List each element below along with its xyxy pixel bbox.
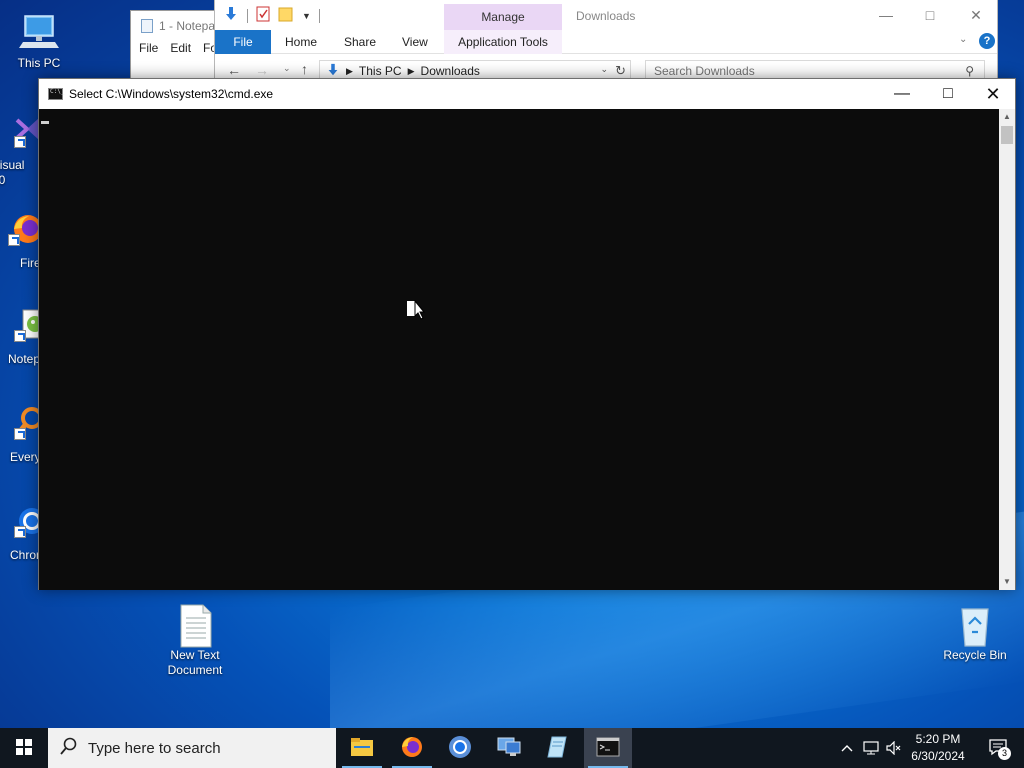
- chrome-icon: [448, 735, 472, 762]
- explorer-search-placeholder: Search Downloads: [654, 64, 755, 78]
- taskbar-app-remote-desktop[interactable]: [485, 728, 533, 768]
- quick-access-toolbar: ▼: [223, 6, 320, 25]
- shortcut-arrow-icon: [14, 526, 26, 538]
- clock-date: 6/30/2024: [911, 749, 965, 763]
- maximize-button[interactable]: □: [907, 0, 953, 30]
- cmd-icon: [596, 737, 620, 760]
- tab-application-tools[interactable]: Application Tools: [444, 30, 562, 54]
- recent-locations-icon[interactable]: ⌄: [283, 63, 291, 74]
- text-cursor: [41, 121, 49, 124]
- maximize-button[interactable]: □: [925, 79, 971, 109]
- shortcut-arrow-icon: [14, 330, 26, 342]
- taskbar: Type here to search 5:20 PM 6/30/2024 3: [0, 728, 1024, 768]
- taskbar-app-firefox[interactable]: [388, 728, 436, 768]
- taskbar-app-notepad[interactable]: [534, 728, 582, 768]
- breadcrumb-separator-icon: ▶: [346, 65, 353, 76]
- cmd-titlebar[interactable]: Select C:\Windows\system32\cmd.exe — □ ✕: [39, 79, 1015, 109]
- ribbon-expand-icon[interactable]: ⌄: [959, 34, 967, 45]
- tab-manage[interactable]: Manage: [444, 4, 562, 30]
- breadcrumb-separator-icon: ▶: [407, 65, 415, 76]
- notepad-menu-edit[interactable]: Edit: [170, 41, 191, 55]
- firefox-icon: [400, 735, 424, 762]
- mouse-pointer-icon: [407, 299, 426, 320]
- remote-desktop-icon: [496, 736, 522, 761]
- tab-share[interactable]: Share: [334, 30, 386, 54]
- vertical-scrollbar[interactable]: ▲ ▼: [999, 109, 1015, 590]
- console-area[interactable]: [39, 109, 1000, 590]
- downloads-folder-icon: [326, 63, 340, 80]
- cmd-title: Select C:\Windows\system32\cmd.exe: [69, 87, 274, 101]
- show-hidden-icons-chevron-icon[interactable]: [836, 728, 858, 768]
- close-button[interactable]: ✕: [970, 79, 1016, 109]
- separator: [318, 8, 320, 23]
- scroll-down-icon[interactable]: ▼: [999, 574, 1015, 590]
- notepad-icon: [141, 19, 153, 33]
- breadcrumb-downloads[interactable]: Downloads: [421, 64, 480, 78]
- system-clock[interactable]: 5:20 PM 6/30/2024: [906, 731, 970, 765]
- explorer-titlebar[interactable]: ▼ Manage Downloads — □ ✕: [215, 0, 997, 30]
- desktop-icon-label: This PC: [17, 56, 61, 70]
- monitor-icon: [19, 12, 59, 52]
- taskbar-app-file-explorer[interactable]: [338, 728, 386, 768]
- tab-home[interactable]: Home: [275, 30, 327, 54]
- network-icon[interactable]: [860, 728, 882, 768]
- download-arrow-icon[interactable]: [223, 6, 239, 25]
- back-arrow-icon[interactable]: ←: [227, 62, 241, 78]
- text-document-icon: [175, 604, 215, 648]
- scrollbar-thumb[interactable]: [1001, 126, 1013, 144]
- scroll-up-icon[interactable]: ▲: [999, 109, 1015, 125]
- windows-logo-icon: [16, 738, 32, 758]
- desktop-icon-label: New Text Document: [167, 648, 223, 677]
- minimize-button[interactable]: —: [863, 0, 909, 30]
- tab-view[interactable]: View: [392, 30, 438, 54]
- desktop-icon-new-text-document[interactable]: New Text Document: [158, 604, 232, 678]
- notification-icon: 3: [988, 738, 1011, 760]
- desktop-icon-label: Recycle Bin: [943, 648, 1007, 662]
- taskbar-app-cmd[interactable]: [584, 728, 632, 768]
- taskbar-search-placeholder: Type here to search: [88, 739, 221, 757]
- breadcrumb-this-pc[interactable]: This PC: [359, 64, 402, 78]
- explorer-window[interactable]: ▼ Manage Downloads — □ ✕ File Home Share…: [214, 0, 998, 84]
- separator: [247, 8, 248, 23]
- shortcut-arrow-icon: [8, 234, 20, 246]
- shortcut-arrow-icon: [14, 136, 26, 148]
- minimize-button[interactable]: —: [879, 79, 925, 109]
- tab-file[interactable]: File: [215, 30, 271, 54]
- notepad-icon: [546, 735, 570, 762]
- cmd-icon: [48, 88, 64, 100]
- desktop-icon-this-pc[interactable]: This PC: [2, 12, 76, 71]
- notepad-title: 1 - Notepa: [159, 19, 216, 33]
- start-button[interactable]: [0, 728, 48, 768]
- close-button[interactable]: ✕: [953, 0, 999, 30]
- volume-muted-icon[interactable]: [883, 728, 905, 768]
- notification-count-badge: 3: [998, 746, 1011, 760]
- taskbar-search-input[interactable]: Type here to search: [48, 728, 336, 768]
- cmd-window[interactable]: Select C:\Windows\system32\cmd.exe — □ ✕…: [38, 78, 1016, 590]
- clock-time: 5:20 PM: [915, 732, 961, 746]
- explorer-ribbon: File Home Share View Application Tools ⌄…: [215, 30, 997, 54]
- explorer-title: Downloads: [576, 9, 636, 23]
- help-icon[interactable]: ?: [979, 33, 995, 49]
- forward-arrow-icon[interactable]: →: [255, 62, 269, 78]
- address-dropdown-icon[interactable]: ⌄: [600, 64, 608, 75]
- notepad-menu-file[interactable]: File: [139, 41, 158, 55]
- file-explorer-icon: [350, 737, 374, 760]
- properties-icon[interactable]: [256, 6, 270, 25]
- search-icon: [60, 737, 78, 759]
- action-center-button[interactable]: 3: [978, 728, 1018, 768]
- recycle-bin-icon: [955, 604, 995, 647]
- shortcut-arrow-icon: [14, 428, 26, 440]
- taskbar-app-chrome[interactable]: [436, 728, 484, 768]
- new-folder-icon[interactable]: [278, 6, 294, 25]
- refresh-icon[interactable]: ↻: [615, 63, 626, 79]
- up-arrow-icon[interactable]: ↑: [301, 61, 308, 77]
- desktop-icon-recycle-bin[interactable]: Recycle Bin: [938, 604, 1012, 663]
- customize-qat-icon[interactable]: ▼: [302, 11, 311, 21]
